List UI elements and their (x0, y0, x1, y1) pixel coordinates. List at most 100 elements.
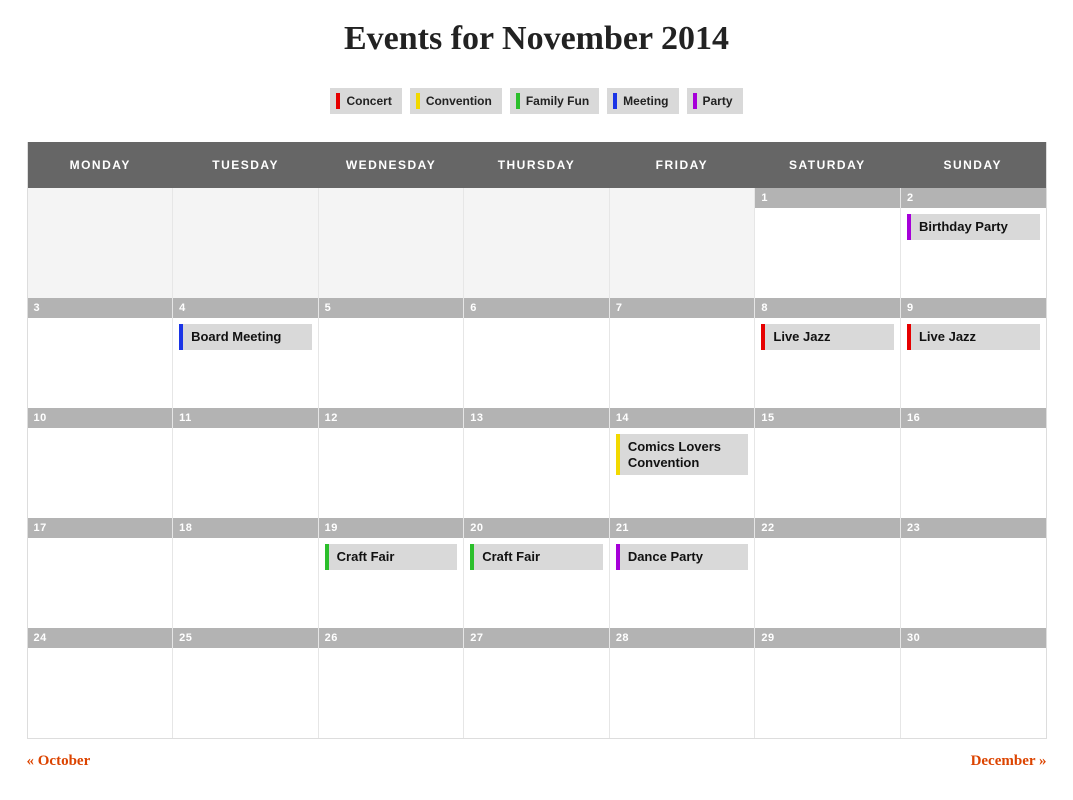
day-cell-29[interactable]: 29 (755, 628, 901, 738)
calendar-grid: MONDAYTUESDAYWEDNESDAYTHURSDAYFRIDAYSATU… (27, 142, 1047, 739)
prev-month-link[interactable]: « October (27, 753, 91, 770)
day-number: 8 (755, 298, 900, 318)
day-number: 18 (173, 518, 318, 538)
legend-item-familyfun[interactable]: Family Fun (510, 88, 599, 114)
day-cell-22[interactable]: 22 (755, 518, 901, 628)
day-cell-3[interactable]: 3 (28, 298, 174, 408)
day-cell-empty (464, 188, 610, 298)
meeting-color-swatch (613, 93, 617, 109)
day-cell-26[interactable]: 26 (319, 628, 465, 738)
day-cell-21[interactable]: 21 Dance Party (610, 518, 756, 628)
month-nav: « October December » (27, 753, 1047, 770)
weekday-thursday: THURSDAY (464, 142, 609, 188)
day-number: 23 (901, 518, 1046, 538)
day-number: 13 (464, 408, 609, 428)
day-cell-empty (28, 188, 174, 298)
page-title: Events for November 2014 (27, 20, 1047, 58)
legend-item-concert[interactable]: Concert (330, 88, 401, 114)
day-number: 1 (755, 188, 900, 208)
day-cell-20[interactable]: 20 Craft Fair (464, 518, 610, 628)
day-cell-30[interactable]: 30 (901, 628, 1046, 738)
event-item[interactable]: Live Jazz (907, 324, 1040, 350)
day-cell-11[interactable]: 11 (173, 408, 319, 518)
legend-label: Family Fun (526, 94, 589, 108)
day-number: 30 (901, 628, 1046, 648)
day-cell-2[interactable]: 2 Birthday Party (901, 188, 1046, 298)
event-item[interactable]: Craft Fair (325, 544, 458, 570)
weekday-sunday: SUNDAY (900, 142, 1045, 188)
day-number: 20 (464, 518, 609, 538)
day-number: 12 (319, 408, 464, 428)
category-legend: Concert Convention Family Fun Meeting Party (27, 88, 1047, 114)
event-item[interactable]: Dance Party (616, 544, 749, 570)
event-item[interactable]: Comics Lovers Convention (616, 434, 749, 475)
day-number: 25 (173, 628, 318, 648)
day-cell-1[interactable]: 1 (755, 188, 901, 298)
calendar-row: 12 Birthday Party (28, 188, 1046, 298)
day-cell-10[interactable]: 10 (28, 408, 174, 518)
day-number: 28 (610, 628, 755, 648)
day-number: 22 (755, 518, 900, 538)
day-cell-9[interactable]: 9 Live Jazz (901, 298, 1046, 408)
day-number: 21 (610, 518, 755, 538)
day-cell-18[interactable]: 18 (173, 518, 319, 628)
day-cell-15[interactable]: 15 (755, 408, 901, 518)
day-cell-empty (610, 188, 756, 298)
day-cell-25[interactable]: 25 (173, 628, 319, 738)
familyfun-color-swatch (516, 93, 520, 109)
legend-label: Meeting (623, 94, 668, 108)
day-cell-5[interactable]: 5 (319, 298, 465, 408)
weekday-monday: MONDAY (28, 142, 173, 188)
day-number: 19 (319, 518, 464, 538)
weekday-friday: FRIDAY (609, 142, 754, 188)
day-number: 14 (610, 408, 755, 428)
calendar-row: 171819 Craft Fair 20 Craft Fair 21 Dance Part… (28, 518, 1046, 628)
day-number: 24 (28, 628, 173, 648)
event-item[interactable]: Live Jazz (761, 324, 894, 350)
day-number: 4 (173, 298, 318, 318)
event-item[interactable]: Craft Fair (470, 544, 603, 570)
day-cell-23[interactable]: 23 (901, 518, 1046, 628)
day-number: 17 (28, 518, 173, 538)
day-number: 7 (610, 298, 755, 318)
calendar-row: 1011121314 Comics Lovers Convention 1516 (28, 408, 1046, 518)
legend-item-meeting[interactable]: Meeting (607, 88, 678, 114)
day-cell-6[interactable]: 6 (464, 298, 610, 408)
day-number: 10 (28, 408, 173, 428)
day-cell-empty (173, 188, 319, 298)
day-number: 5 (319, 298, 464, 318)
day-number: 26 (319, 628, 464, 648)
day-cell-empty (319, 188, 465, 298)
legend-label: Convention (426, 94, 492, 108)
weekday-saturday: SATURDAY (755, 142, 900, 188)
event-item[interactable]: Board Meeting (179, 324, 312, 350)
day-cell-27[interactable]: 27 (464, 628, 610, 738)
weekday-tuesday: TUESDAY (173, 142, 318, 188)
day-number: 9 (901, 298, 1046, 318)
day-cell-13[interactable]: 13 (464, 408, 610, 518)
day-cell-28[interactable]: 28 (610, 628, 756, 738)
day-cell-19[interactable]: 19 Craft Fair (319, 518, 465, 628)
concert-color-swatch (336, 93, 340, 109)
calendar-row: 34 Board Meeting 5678 Live Jazz 9 Live Jazz (28, 298, 1046, 408)
legend-label: Party (703, 94, 733, 108)
day-cell-12[interactable]: 12 (319, 408, 465, 518)
calendar-weekday-header: MONDAYTUESDAYWEDNESDAYTHURSDAYFRIDAYSATU… (28, 142, 1046, 188)
legend-label: Concert (346, 94, 391, 108)
day-number: 15 (755, 408, 900, 428)
day-cell-17[interactable]: 17 (28, 518, 174, 628)
party-color-swatch (693, 93, 697, 109)
event-item[interactable]: Birthday Party (907, 214, 1040, 240)
day-cell-24[interactable]: 24 (28, 628, 174, 738)
day-cell-4[interactable]: 4 Board Meeting (173, 298, 319, 408)
day-cell-14[interactable]: 14 Comics Lovers Convention (610, 408, 756, 518)
next-month-link[interactable]: December » (971, 753, 1047, 770)
day-number: 27 (464, 628, 609, 648)
legend-item-party[interactable]: Party (687, 88, 743, 114)
day-cell-7[interactable]: 7 (610, 298, 756, 408)
day-number: 11 (173, 408, 318, 428)
legend-item-convention[interactable]: Convention (410, 88, 502, 114)
day-number: 2 (901, 188, 1046, 208)
day-cell-16[interactable]: 16 (901, 408, 1046, 518)
day-cell-8[interactable]: 8 Live Jazz (755, 298, 901, 408)
